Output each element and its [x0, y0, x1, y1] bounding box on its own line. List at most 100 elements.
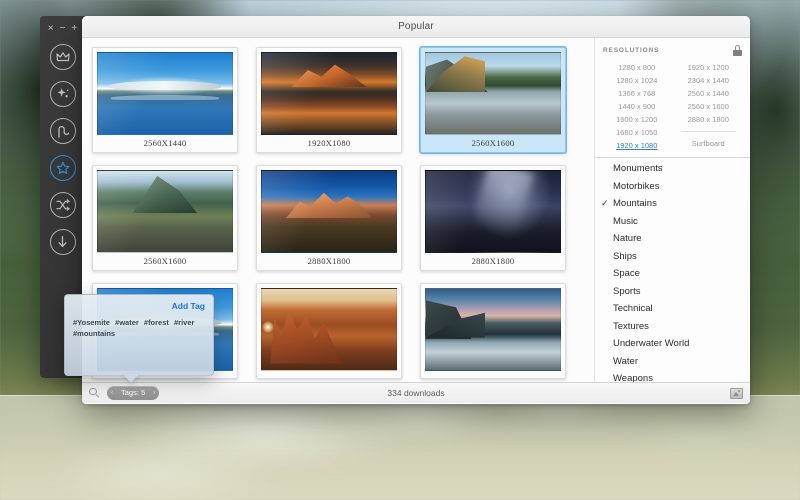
category-label: Sports [613, 285, 641, 297]
thumbnail-image [425, 52, 561, 135]
category-item-nature[interactable]: Nature [595, 230, 750, 248]
minimize-icon[interactable]: − [60, 24, 66, 34]
resolution-option[interactable]: 2560 x 1600 [675, 101, 743, 112]
gallery-item-resolution [261, 371, 397, 378]
window-title: Popular [398, 21, 434, 32]
category-label: Monuments [613, 163, 663, 175]
downloads-count: 334 downloads [387, 388, 445, 398]
gallery-item-resolution: 1920X1080 [307, 138, 351, 148]
thumbnail-image [97, 170, 233, 253]
category-item-ships[interactable]: Ships [595, 248, 750, 266]
resolution-option[interactable]: 2880 x 1800 [675, 114, 743, 125]
resolutions-column-right: 1920 x 1200 2304 x 1440 2560 x 1440 2560… [675, 62, 743, 151]
category-item-technical[interactable]: Technical [595, 300, 750, 318]
resolutions-footer-label[interactable]: Surfboard [675, 138, 743, 149]
status-bar: ‹ Tags: 5 › 334 downloads [82, 382, 750, 403]
resolution-option[interactable]: 1440 x 900 [603, 101, 671, 112]
resolution-option[interactable]: 1366 x 768 [603, 88, 671, 99]
download-icon[interactable] [49, 229, 76, 255]
category-label: Nature [613, 233, 642, 245]
gallery-item[interactable]: 2560X1440 [92, 47, 238, 153]
thumbnail-image [261, 52, 397, 135]
thumbnail-image [425, 288, 561, 371]
tags-chip-label: Tags: 5 [121, 388, 146, 398]
image-icon[interactable] [730, 387, 743, 399]
check-icon: ✓ [601, 198, 609, 209]
search-icon[interactable] [89, 387, 100, 399]
gallery-item-resolution: 2560X1600 [143, 256, 187, 266]
thumbnail-image [425, 170, 561, 253]
resolution-option-selected[interactable]: 1920 x 1080 [603, 140, 671, 151]
crown-icon[interactable] [49, 44, 76, 70]
right-panel: RESOLUTIONS 1280 x 800 1280 x 1024 1366 … [594, 38, 750, 382]
gallery-item[interactable]: 2880X1800 [420, 165, 566, 271]
gallery-item[interactable]: 2880X1800 [256, 165, 402, 271]
gallery-item-resolution: 2560X1600 [471, 138, 515, 148]
resolutions-column-left: 1280 x 800 1280 x 1024 1366 x 768 1440 x… [603, 62, 671, 151]
add-tag-button[interactable]: Add Tag [73, 301, 205, 311]
resolution-option[interactable]: 1280 x 800 [603, 62, 671, 73]
lock-icon[interactable] [732, 45, 742, 56]
popover-arrow [123, 374, 139, 383]
category-item-textures[interactable]: Textures [595, 318, 750, 336]
category-label: Motorbikes [613, 180, 660, 192]
resolutions-columns: 1280 x 800 1280 x 1024 1366 x 768 1440 x… [603, 62, 742, 151]
gallery-item-resolution: 2880X1800 [307, 256, 351, 266]
screen: Content Section × − + [0, 0, 800, 500]
sparkle-icon[interactable] [49, 81, 76, 107]
shuffle-icon[interactable] [49, 192, 76, 218]
tag-list: #Yosemite #water #forest #river #mountai… [73, 318, 195, 338]
resolutions-header: RESOLUTIONS [603, 45, 742, 56]
add-icon[interactable]: + [71, 24, 77, 34]
category-item-motorbikes[interactable]: Motorbikes [595, 178, 750, 196]
resolution-option[interactable]: 1920 x 1200 [675, 62, 743, 73]
category-item-monuments[interactable]: Monuments [595, 160, 750, 178]
resolution-option[interactable]: 1600 x 1200 [603, 114, 671, 125]
chevron-left-icon[interactable]: ‹ [111, 390, 113, 396]
resolution-option[interactable]: 1680 x 1050 [603, 127, 671, 138]
window-controls: × − + [48, 21, 78, 37]
tag-popover: Add Tag #Yosemite #water #forest #river … [64, 294, 214, 383]
category-label: Music [613, 215, 638, 227]
category-label: Technical [613, 303, 653, 315]
resolutions-title: RESOLUTIONS [603, 47, 660, 54]
category-label: Ships [613, 250, 637, 262]
star-icon[interactable] [49, 155, 76, 181]
thumbnail-image [261, 170, 397, 253]
category-item-sports[interactable]: Sports [595, 283, 750, 301]
resolution-option[interactable]: 2560 x 1440 [675, 88, 743, 99]
category-item-underwater-world[interactable]: Underwater World [595, 335, 750, 353]
category-label: Underwater World [613, 338, 690, 350]
category-label: Space [613, 268, 640, 280]
gallery-item-resolution [425, 371, 561, 378]
resolution-option[interactable]: 2304 x 1440 [675, 75, 743, 86]
close-icon[interactable]: × [48, 24, 54, 34]
path-icon[interactable] [49, 118, 76, 144]
thumbnail-image [261, 288, 397, 371]
category-item-mountains[interactable]: ✓ Mountains [595, 195, 750, 213]
resolutions-divider [680, 131, 736, 132]
category-label: Water [613, 355, 638, 367]
category-label: Mountains [613, 198, 657, 210]
category-item-weapons[interactable]: Weapons [595, 370, 750, 382]
category-item-space[interactable]: Space [595, 265, 750, 283]
resolutions-panel: RESOLUTIONS 1280 x 800 1280 x 1024 1366 … [595, 38, 750, 158]
gallery-item-resolution: 2880X1800 [471, 256, 515, 266]
thumbnail-image [97, 52, 233, 135]
category-list: Monuments Motorbikes ✓ Mountains Music N… [595, 158, 750, 382]
category-label: Weapons [613, 373, 653, 382]
window-titlebar[interactable]: Popular [82, 16, 750, 38]
resolution-option[interactable]: 1280 x 1024 [603, 75, 671, 86]
gallery-item[interactable]: 2560X1600 [92, 165, 238, 271]
content-section-band [0, 395, 800, 500]
gallery-item[interactable] [256, 283, 402, 379]
gallery-item[interactable] [420, 283, 566, 379]
gallery-item[interactable]: 1920X1080 [256, 47, 402, 153]
category-label: Textures [613, 320, 649, 332]
category-item-water[interactable]: Water [595, 353, 750, 371]
category-item-music[interactable]: Music [595, 213, 750, 231]
tags-chip[interactable]: ‹ Tags: 5 › [107, 386, 160, 400]
gallery-item-selected[interactable]: 2560X1600 [420, 47, 566, 153]
gallery-item-resolution: 2560X1440 [143, 138, 187, 148]
chevron-right-icon[interactable]: › [153, 390, 155, 396]
